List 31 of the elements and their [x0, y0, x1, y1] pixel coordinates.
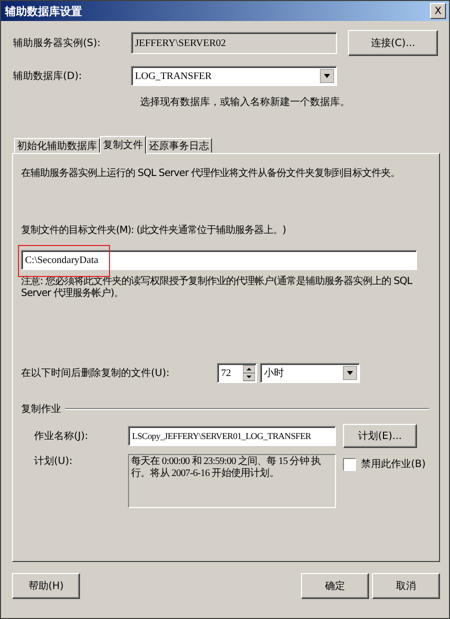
tab[interactable]: 还原事务日志: [146, 138, 212, 153]
delete-label: 在以下时间后删除复制的文件(U):: [21, 366, 170, 380]
dropdown-arrow-icon: [320, 69, 334, 83]
destination-field[interactable]: C:\SecondaryData: [21, 250, 417, 270]
ok-button[interactable]: 确定: [301, 573, 369, 599]
tab[interactable]: 初始化辅助数据库: [14, 138, 100, 153]
database-dropdown[interactable]: LOG_TRANSFER: [131, 66, 337, 86]
window-title: 辅助数据库设置: [5, 4, 83, 18]
field-label: 辅助服务器实例(S):: [12, 36, 102, 50]
instance-field: JEFFERY\SERVER02: [131, 32, 337, 54]
checkbox-label: 禁用此作业(B): [361, 458, 426, 471]
schedule-button[interactable]: 计划(E)...: [343, 424, 417, 448]
schedule-text: 每天在 0:00:00 和 23:59:00 之间、每 15 分钟 执行。将从 2007-6-16 开始使用计划。: [128, 454, 336, 508]
help-button[interactable]: 帮助(H): [12, 573, 80, 599]
hours-spinner[interactable]: 72: [217, 363, 257, 383]
schedule-label: 计划(U):: [33, 454, 74, 468]
spin-arrows-icon: [243, 364, 255, 382]
close-button[interactable]: X: [430, 3, 446, 19]
job-name-label: 作业名称(J):: [33, 430, 90, 443]
unit-dropdown[interactable]: 小时: [260, 363, 360, 383]
checkbox[interactable]: [343, 458, 356, 470]
description-text: 在辅助服务器实例上运行的 SQL Server 代理作业将文件从备份文件夹复制到目标文件夹。: [21, 166, 402, 180]
tab[interactable]: 复制文件: [100, 136, 146, 154]
section-heading: 复制作业: [21, 402, 61, 416]
hint-text: 选择现有数据库，或输入名称新建一个数据库。: [140, 96, 351, 109]
destination-label: 复制文件的目标文件夹(M): (此文件夹通常位于辅助服务器上。): [21, 224, 287, 237]
job-name-field[interactable]: LSCopy_JEFFERY\SERVER01_LOG_TRANSFER: [128, 426, 336, 446]
field-label: 辅助数据库(D):: [12, 70, 83, 83]
dropdown-arrow-icon: [343, 366, 357, 380]
cancel-button[interactable]: 取消: [372, 573, 440, 599]
connect-button[interactable]: 连接(C)...: [348, 30, 438, 56]
